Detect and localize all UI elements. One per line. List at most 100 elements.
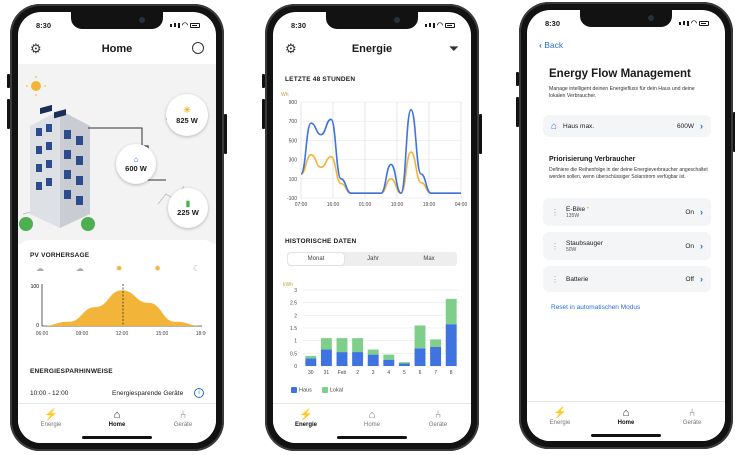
- battery-status-icon: [699, 20, 709, 26]
- bar-haus: [305, 358, 317, 366]
- pv-power-value: 825 W: [176, 116, 198, 125]
- volume-up: [262, 99, 265, 129]
- x-tick-label: 7: [434, 370, 437, 376]
- tab-home[interactable]: ⌂ Home: [347, 409, 397, 428]
- haus-max-label: Haus max.: [563, 122, 595, 130]
- notification-dot: •: [585, 205, 589, 212]
- device-power: 50W: [566, 246, 577, 253]
- drag-handle-icon[interactable]: ⋮: [551, 242, 559, 251]
- reset-link[interactable]: Reset in automatischen Modus: [551, 304, 640, 311]
- energy-scene: ☀ 825 W ⌂ 600 W ▮ 225 W: [18, 64, 216, 244]
- weather-icons: ☁ ☁ ✹ ✹ ☾: [36, 264, 200, 273]
- x-tick-label: 12:00: [116, 331, 129, 337]
- period-segmented-control: Monat Jahr Max: [287, 252, 457, 266]
- home-icon: ⌂: [368, 409, 376, 421]
- screen-energie: 8:30 ◠ Energie ⚙ ⏷ LETZTE 48 STUNDEN Wh 9…: [273, 12, 471, 443]
- status-icons: ◠: [678, 19, 709, 27]
- battery-icon: ▮: [185, 199, 191, 208]
- prio-desc: Definiere die Reihenfolge in der deine E…: [549, 167, 708, 180]
- battery-status-icon: [445, 22, 455, 28]
- segment-jahr[interactable]: Jahr: [345, 252, 401, 266]
- y-tick-label: 900: [289, 100, 298, 106]
- history-title: HISTORISCHE DATEN: [285, 238, 357, 245]
- tab-home[interactable]: ⌂ Home: [92, 409, 142, 428]
- chevron-right-icon: ›: [700, 241, 703, 251]
- filter-icon[interactable]: ⏷: [449, 41, 459, 57]
- legend-lokal: Lokal: [321, 387, 343, 393]
- x-tick-label: 31: [324, 370, 330, 376]
- chevron-right-icon: ›: [700, 207, 703, 217]
- info-icon[interactable]: i: [194, 388, 204, 398]
- segment-monat[interactable]: Monat: [288, 253, 344, 265]
- phone-home: 8:30 ◠ Home ⚙ ☀ 825 W ⌂ 600 W ▮ 225 W PV…: [7, 4, 227, 451]
- home-indicator: [337, 436, 407, 439]
- tab-energie[interactable]: ⚡ Energie: [26, 409, 76, 428]
- haus-max-value: 600W: [677, 122, 694, 130]
- y-tick-label: 1.5: [290, 326, 297, 332]
- tip-text: Energiesparende Geräte: [112, 390, 184, 397]
- back-button[interactable]: ‹ Back: [539, 40, 563, 50]
- bar-haus: [336, 352, 348, 366]
- profile-icon[interactable]: [192, 42, 204, 54]
- tab-energie[interactable]: ⚡ Energie: [281, 409, 331, 428]
- info-card: PV VORHERSAGE ☁ ☁ ✹ ✹ ☾ 100 0 06:00 09:00 12…: [18, 240, 216, 403]
- bar-haus: [445, 324, 457, 366]
- drag-handle-icon[interactable]: ⋮: [551, 208, 559, 217]
- sun-icon: ✹: [115, 264, 123, 273]
- sun-icon: ✹: [154, 264, 161, 273]
- home-icon: ⌂: [622, 407, 630, 419]
- x-tick-label: 3: [372, 370, 375, 376]
- y-tick-label: 0: [36, 323, 39, 329]
- battery-bubble[interactable]: ▮ 225 W: [168, 188, 208, 228]
- tab-home[interactable]: ⌂ Home: [601, 407, 651, 426]
- device-row-ebike[interactable]: ⋮ E-Bike • 135W On ›: [543, 198, 711, 226]
- house-icon: ⌂: [551, 120, 558, 132]
- tab-geraete[interactable]: ⑃ Geräte: [667, 407, 717, 426]
- bolt-icon: ⚡: [299, 409, 313, 421]
- tab-geraete[interactable]: ⑃ Geräte: [158, 409, 208, 428]
- home-indicator: [82, 436, 152, 439]
- device-state: On: [685, 208, 694, 216]
- x-tick-label: 6: [419, 370, 422, 376]
- bar-lokal: [367, 349, 379, 355]
- x-tick-label: 4: [387, 370, 390, 376]
- bar-lokal: [320, 338, 332, 350]
- plug-icon: ⑃: [688, 407, 696, 419]
- tab-geraete[interactable]: ⑃ Geräte: [413, 409, 463, 428]
- bar-haus: [367, 354, 379, 366]
- screen-home: 8:30 ◠ Home ⚙ ☀ 825 W ⌂ 600 W ▮ 225 W PV…: [18, 12, 216, 443]
- y-tick-label: 300: [289, 158, 298, 164]
- device-row-batterie[interactable]: ⋮ Batterie Off ›: [543, 266, 711, 292]
- screen-efm: 8:30 ◠ ‹ Back Energy Flow Management Man…: [527, 10, 725, 441]
- phone-energie: 8:30 ◠ Energie ⚙ ⏷ LETZTE 48 STUNDEN Wh 9…: [262, 4, 482, 451]
- house-bubble[interactable]: ⌂ 600 W: [116, 144, 156, 184]
- y-tick-label: 2.5: [290, 301, 297, 307]
- page-title: Home: [101, 43, 133, 55]
- mute-switch: [7, 74, 10, 88]
- gear-icon[interactable]: ⚙: [30, 41, 42, 57]
- haus-max-row[interactable]: ⌂ Haus max. 600W ›: [543, 115, 711, 137]
- page-title: Energy Flow Management: [549, 68, 691, 80]
- pv-bubble[interactable]: ☀ 825 W: [166, 94, 208, 136]
- x-tick-label: 2: [356, 370, 359, 376]
- x-tick-label: 18:00: [196, 331, 206, 337]
- y-tick-label: 100: [31, 284, 40, 290]
- segment-max[interactable]: Max: [401, 252, 457, 266]
- gear-icon[interactable]: ⚙: [285, 41, 297, 57]
- prio-title: Priorisierung Verbraucher: [549, 156, 636, 163]
- bar-haus: [352, 352, 364, 366]
- notch: [71, 12, 163, 29]
- cloud-icon: ☁: [75, 264, 84, 273]
- series-line: [300, 108, 461, 195]
- device-state: On: [685, 242, 694, 250]
- house-icon: ⌂: [133, 155, 139, 164]
- x-tick-label: 04:00: [455, 202, 467, 208]
- device-row-staubsauger[interactable]: ⋮ Staubsauger 50W On ›: [543, 232, 711, 260]
- battery-status-icon: [190, 22, 200, 28]
- pv-forecast-title: PV VORHERSAGE: [30, 252, 90, 259]
- tab-energie[interactable]: ⚡ Energie: [535, 407, 585, 426]
- volume-up: [7, 99, 10, 129]
- drag-handle-icon[interactable]: ⋮: [551, 275, 559, 284]
- bolt-icon: ⚡: [553, 407, 567, 419]
- unit-label: Wh: [281, 92, 289, 98]
